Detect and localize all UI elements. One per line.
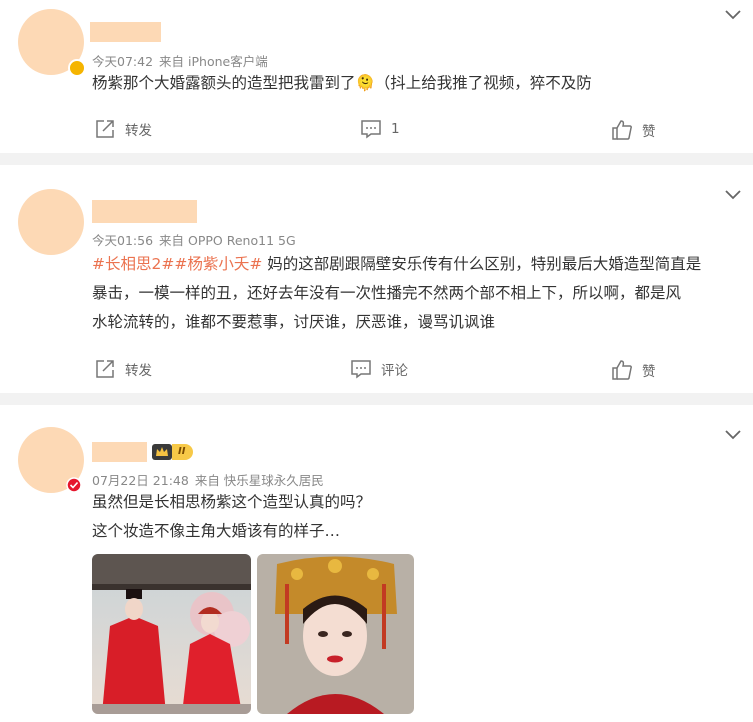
- like-label: 赞: [642, 364, 656, 380]
- separator: [0, 153, 753, 165]
- verified-badge-icon: [68, 59, 86, 77]
- verified-badge-icon: [66, 477, 82, 493]
- avatar[interactable]: [18, 189, 84, 255]
- post-image-1[interactable]: [92, 554, 251, 714]
- comment-icon: [351, 360, 371, 379]
- chevron-down-icon[interactable]: [725, 10, 741, 20]
- like-label: 赞: [642, 124, 656, 140]
- chevron-down-icon[interactable]: [725, 430, 741, 440]
- vip-level: II: [172, 444, 194, 460]
- comment-icon: [361, 120, 381, 139]
- chevron-down-icon[interactable]: [725, 190, 741, 200]
- post-meta: 07月22日 21:48 来自 快乐星球永久居民: [92, 470, 330, 489]
- repost-button[interactable]: 转发: [95, 118, 152, 140]
- username-redacted[interactable]: [92, 442, 147, 462]
- repost-icon: [96, 360, 114, 378]
- repost-button[interactable]: 转发: [95, 358, 152, 380]
- separator: [0, 393, 753, 405]
- comment-button[interactable]: 1: [361, 118, 400, 140]
- post-text-line-1: 虽然但是长相思杨紫这个造型认真的吗？: [92, 493, 372, 511]
- post-1: 今天07:42 来自 iPhone客户端 杨紫那个大婚露额头的造型把我雷到了🫠（抖…: [0, 0, 753, 153]
- repost-label: 转发: [125, 363, 152, 379]
- thumbs-up-icon: [612, 360, 632, 380]
- like-button[interactable]: 赞: [612, 119, 656, 141]
- post-image-2[interactable]: [257, 554, 414, 714]
- bride-closeup-image: [257, 554, 414, 714]
- like-button[interactable]: 赞: [612, 359, 656, 381]
- post-text-segment: 妈的这部剧跟隔壁安乐传有什么区别，特别最后大婚造型简直是: [262, 255, 702, 273]
- thumbs-up-icon: [612, 120, 632, 140]
- post-text-line-3: 水轮流转的，谁都不要惹事，讨厌谁，厌恶谁，谩骂讥讽谁: [92, 313, 496, 331]
- vip-badge[interactable]: II: [152, 444, 194, 460]
- repost-icon: [96, 120, 114, 138]
- post-time: 今天07:42: [92, 54, 154, 69]
- username-redacted[interactable]: [92, 200, 197, 223]
- repost-label: 转发: [125, 123, 152, 139]
- post-text-line-2: 这个妆造不像主角大婚该有的样子…: [92, 522, 341, 540]
- post-source: 来自 iPhone客户端: [159, 54, 268, 69]
- post-text: #长相思2##杨紫小夭# 妈的这部剧跟隔壁安乐传有什么区别，特别最后大婚造型简直…: [92, 250, 742, 337]
- post-time: 07月22日 21:48: [92, 473, 189, 488]
- post-time: 今天01:56: [92, 233, 154, 248]
- crown-icon: [152, 444, 172, 460]
- post-text: 杨紫那个大婚露额头的造型把我雷到了🫠（抖上给我推了视频，猝不及防: [92, 74, 592, 92]
- hashtag-link[interactable]: #长相思2##杨紫小夭#: [92, 255, 262, 273]
- post-source: 来自 快乐星球永久居民: [194, 473, 324, 488]
- username-redacted[interactable]: [90, 22, 161, 42]
- post-text-line-1: #长相思2##杨紫小夭# 妈的这部剧跟隔壁安乐传有什么区别，特别最后大婚造型简直…: [92, 250, 742, 279]
- post-text: 虽然但是长相思杨紫这个造型认真的吗？ 这个妆造不像主角大婚该有的样子…: [92, 488, 732, 546]
- post-2: 今天01:56 来自 OPPO Reno11 5G #长相思2##杨紫小夭# 妈的…: [0, 165, 753, 393]
- comment-button[interactable]: 评论: [351, 358, 408, 380]
- post-source: 来自 OPPO Reno11 5G: [159, 233, 296, 248]
- post-meta: 今天07:42 来自 iPhone客户端: [92, 51, 274, 70]
- comment-label: 评论: [381, 363, 408, 379]
- wedding-couple-image: [92, 554, 251, 714]
- post-3: II 07月22日 21:48 来自 快乐星球永久居民 虽然但是长相思杨紫这个造型…: [0, 405, 753, 722]
- post-meta: 今天01:56 来自 OPPO Reno11 5G: [92, 230, 302, 249]
- post-text-line-2: 暴击，一模一样的丑，还好去年没有一次性播完不然两个部不相上下，所以啊，都是风: [92, 284, 682, 302]
- comment-count: 1: [391, 121, 400, 137]
